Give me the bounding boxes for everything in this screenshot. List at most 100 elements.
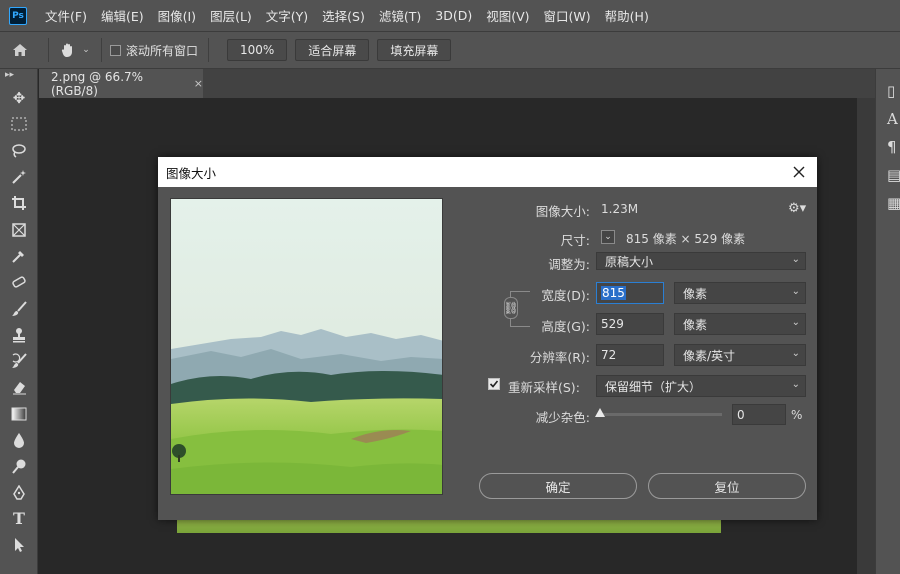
reduce-noise-slider-thumb[interactable]	[595, 408, 605, 417]
frame-tool-icon[interactable]	[0, 216, 38, 242]
menu-bar: Ps 文件(F) 编辑(E) 图像(I) 图层(L) 文字(Y) 选择(S) 滤…	[0, 0, 900, 31]
path-selection-tool-icon[interactable]	[0, 532, 38, 558]
menu-select[interactable]: 选择(S)	[322, 6, 365, 25]
width-value: 815	[601, 286, 626, 300]
width-label: 宽度(D):	[541, 288, 590, 303]
zoom-100-button[interactable]: 100%	[227, 39, 288, 61]
resolution-value: 72	[601, 348, 617, 362]
menu-view[interactable]: 视图(V)	[486, 6, 529, 25]
divider	[101, 38, 102, 62]
resolution-input[interactable]: 72	[596, 344, 664, 366]
fit-to-label: 调整为:	[548, 257, 590, 272]
fit-screen-button[interactable]: 适合屏幕	[295, 39, 370, 61]
canvas-scrollbar[interactable]	[857, 98, 875, 574]
close-icon[interactable]	[789, 162, 809, 182]
document-tab[interactable]: 2.png @ 66.7%(RGB/8) ×	[39, 69, 203, 98]
chevron-down-icon: ⌄	[791, 254, 800, 265]
height-input[interactable]: 529	[596, 313, 664, 335]
resolution-unit-select[interactable]: 像素/英寸 ⌄	[674, 344, 806, 366]
width-unit-select[interactable]: 像素 ⌄	[674, 282, 806, 304]
reduce-noise-input[interactable]: 0	[732, 404, 786, 425]
pen-tool-icon[interactable]	[0, 479, 38, 505]
panel-icon[interactable]: ▯	[876, 77, 900, 105]
reduce-noise-slider-track[interactable]	[598, 413, 722, 416]
clone-stamp-tool-icon[interactable]	[0, 322, 38, 348]
character-panel-icon[interactable]: A	[876, 105, 900, 133]
divider	[48, 38, 49, 62]
resample-select[interactable]: 保留细节（扩大） ⌄	[596, 375, 806, 397]
dialog-titlebar: 图像大小	[158, 157, 817, 187]
chevron-down-icon: ⌄	[791, 379, 800, 390]
dodge-tool-icon[interactable]	[0, 453, 38, 479]
reduce-noise-value: 0	[737, 407, 745, 422]
fit-to-select[interactable]: 原稿大小 ⌄	[596, 252, 806, 270]
marquee-tool-icon[interactable]	[0, 111, 38, 137]
menu-edit[interactable]: 编辑(E)	[101, 6, 144, 25]
ok-button[interactable]: 确定	[479, 473, 637, 499]
height-unit-select[interactable]: 像素 ⌄	[674, 313, 806, 335]
chevron-down-icon: ⌄	[791, 317, 800, 328]
crop-tool-icon[interactable]	[0, 190, 38, 216]
history-brush-tool-icon[interactable]	[0, 348, 38, 374]
resample-value: 保留细节（扩大）	[605, 379, 702, 394]
menu-layer[interactable]: 图层(L)	[210, 6, 252, 25]
chevron-down-icon[interactable]: ⌄	[79, 45, 93, 55]
fill-screen-button[interactable]: 填充屏幕	[377, 39, 452, 61]
settings-gear-icon[interactable]: ⚙▾	[788, 201, 806, 216]
properties-panel-icon[interactable]: ▦	[876, 189, 900, 217]
scroll-all-windows-label: 滚动所有窗口	[126, 43, 199, 58]
home-icon[interactable]	[0, 43, 40, 57]
libraries-panel-icon[interactable]: ▤	[876, 161, 900, 189]
menu-3d[interactable]: 3D(D)	[435, 8, 472, 23]
gradient-tool-icon[interactable]	[0, 401, 38, 427]
photoshop-logo: Ps	[9, 6, 27, 25]
menu-file[interactable]: 文件(F)	[45, 6, 87, 25]
resolution-label: 分辨率(R):	[529, 350, 590, 365]
move-tool-icon[interactable]: ✥	[0, 85, 38, 111]
paragraph-panel-icon[interactable]: ¶	[876, 133, 900, 161]
eyedropper-tool-icon[interactable]	[0, 243, 38, 269]
width-input[interactable]: 815	[596, 282, 664, 304]
document-tab-title: 2.png @ 66.7%(RGB/8)	[51, 69, 144, 98]
collapse-icon[interactable]: ▸▸	[0, 69, 37, 85]
image-preview[interactable]	[170, 198, 443, 495]
hand-tool-icon[interactable]	[57, 42, 79, 58]
document-tab-bar: 2.png @ 66.7%(RGB/8) ×	[39, 69, 875, 98]
menu-help[interactable]: 帮助(H)	[605, 6, 649, 25]
lasso-tool-icon[interactable]	[0, 138, 38, 164]
menu-image[interactable]: 图像(I)	[158, 6, 196, 25]
reset-button[interactable]: 复位	[648, 473, 806, 499]
scroll-all-windows-checkbox[interactable]	[110, 44, 121, 56]
menu-window[interactable]: 窗口(W)	[544, 6, 591, 25]
dimensions-dropdown[interactable]: ⌄	[601, 230, 615, 244]
dialog-title: 图像大小	[166, 165, 217, 181]
eraser-tool-icon[interactable]	[0, 374, 38, 400]
dimensions-value: 815 像素 × 529 像素	[626, 232, 746, 246]
tools-panel: ▸▸ ✥ T	[0, 69, 38, 574]
menu-filter[interactable]: 滤镜(T)	[379, 6, 421, 25]
height-label: 高度(G):	[541, 319, 590, 334]
resolution-unit-value: 像素/英寸	[683, 348, 736, 363]
width-unit-value: 像素	[683, 286, 708, 301]
menu-type[interactable]: 文字(Y)	[266, 6, 308, 25]
height-value: 529	[601, 317, 624, 331]
chevron-down-icon: ⌄	[791, 348, 800, 359]
magic-wand-tool-icon[interactable]	[0, 164, 38, 190]
image-size-label: 图像大小:	[535, 204, 590, 219]
fit-to-value: 原稿大小	[605, 254, 654, 269]
options-bar: ⌄ 滚动所有窗口 100% 适合屏幕 填充屏幕	[0, 31, 900, 69]
type-tool-icon[interactable]: T	[0, 506, 38, 532]
height-unit-value: 像素	[683, 317, 708, 332]
reduce-noise-unit: %	[791, 408, 803, 422]
chevron-down-icon: ⌄	[791, 286, 800, 297]
link-icon[interactable]: ⛓	[503, 297, 519, 319]
dimensions-label: 尺寸:	[560, 233, 590, 248]
divider	[208, 38, 210, 62]
close-tab-icon[interactable]: ×	[194, 77, 203, 90]
blur-tool-icon[interactable]	[0, 427, 38, 453]
healing-brush-tool-icon[interactable]	[0, 269, 38, 295]
image-size-dialog: 图像大小 ⚙▾ 图像大小: 1.23M 尺寸: ⌄ 815 像素 × 529 像…	[158, 157, 817, 520]
right-panel: ▯ A ¶ ▤ ▦	[875, 69, 900, 574]
brush-tool-icon[interactable]	[0, 295, 38, 321]
resample-checkbox[interactable]	[488, 378, 500, 390]
